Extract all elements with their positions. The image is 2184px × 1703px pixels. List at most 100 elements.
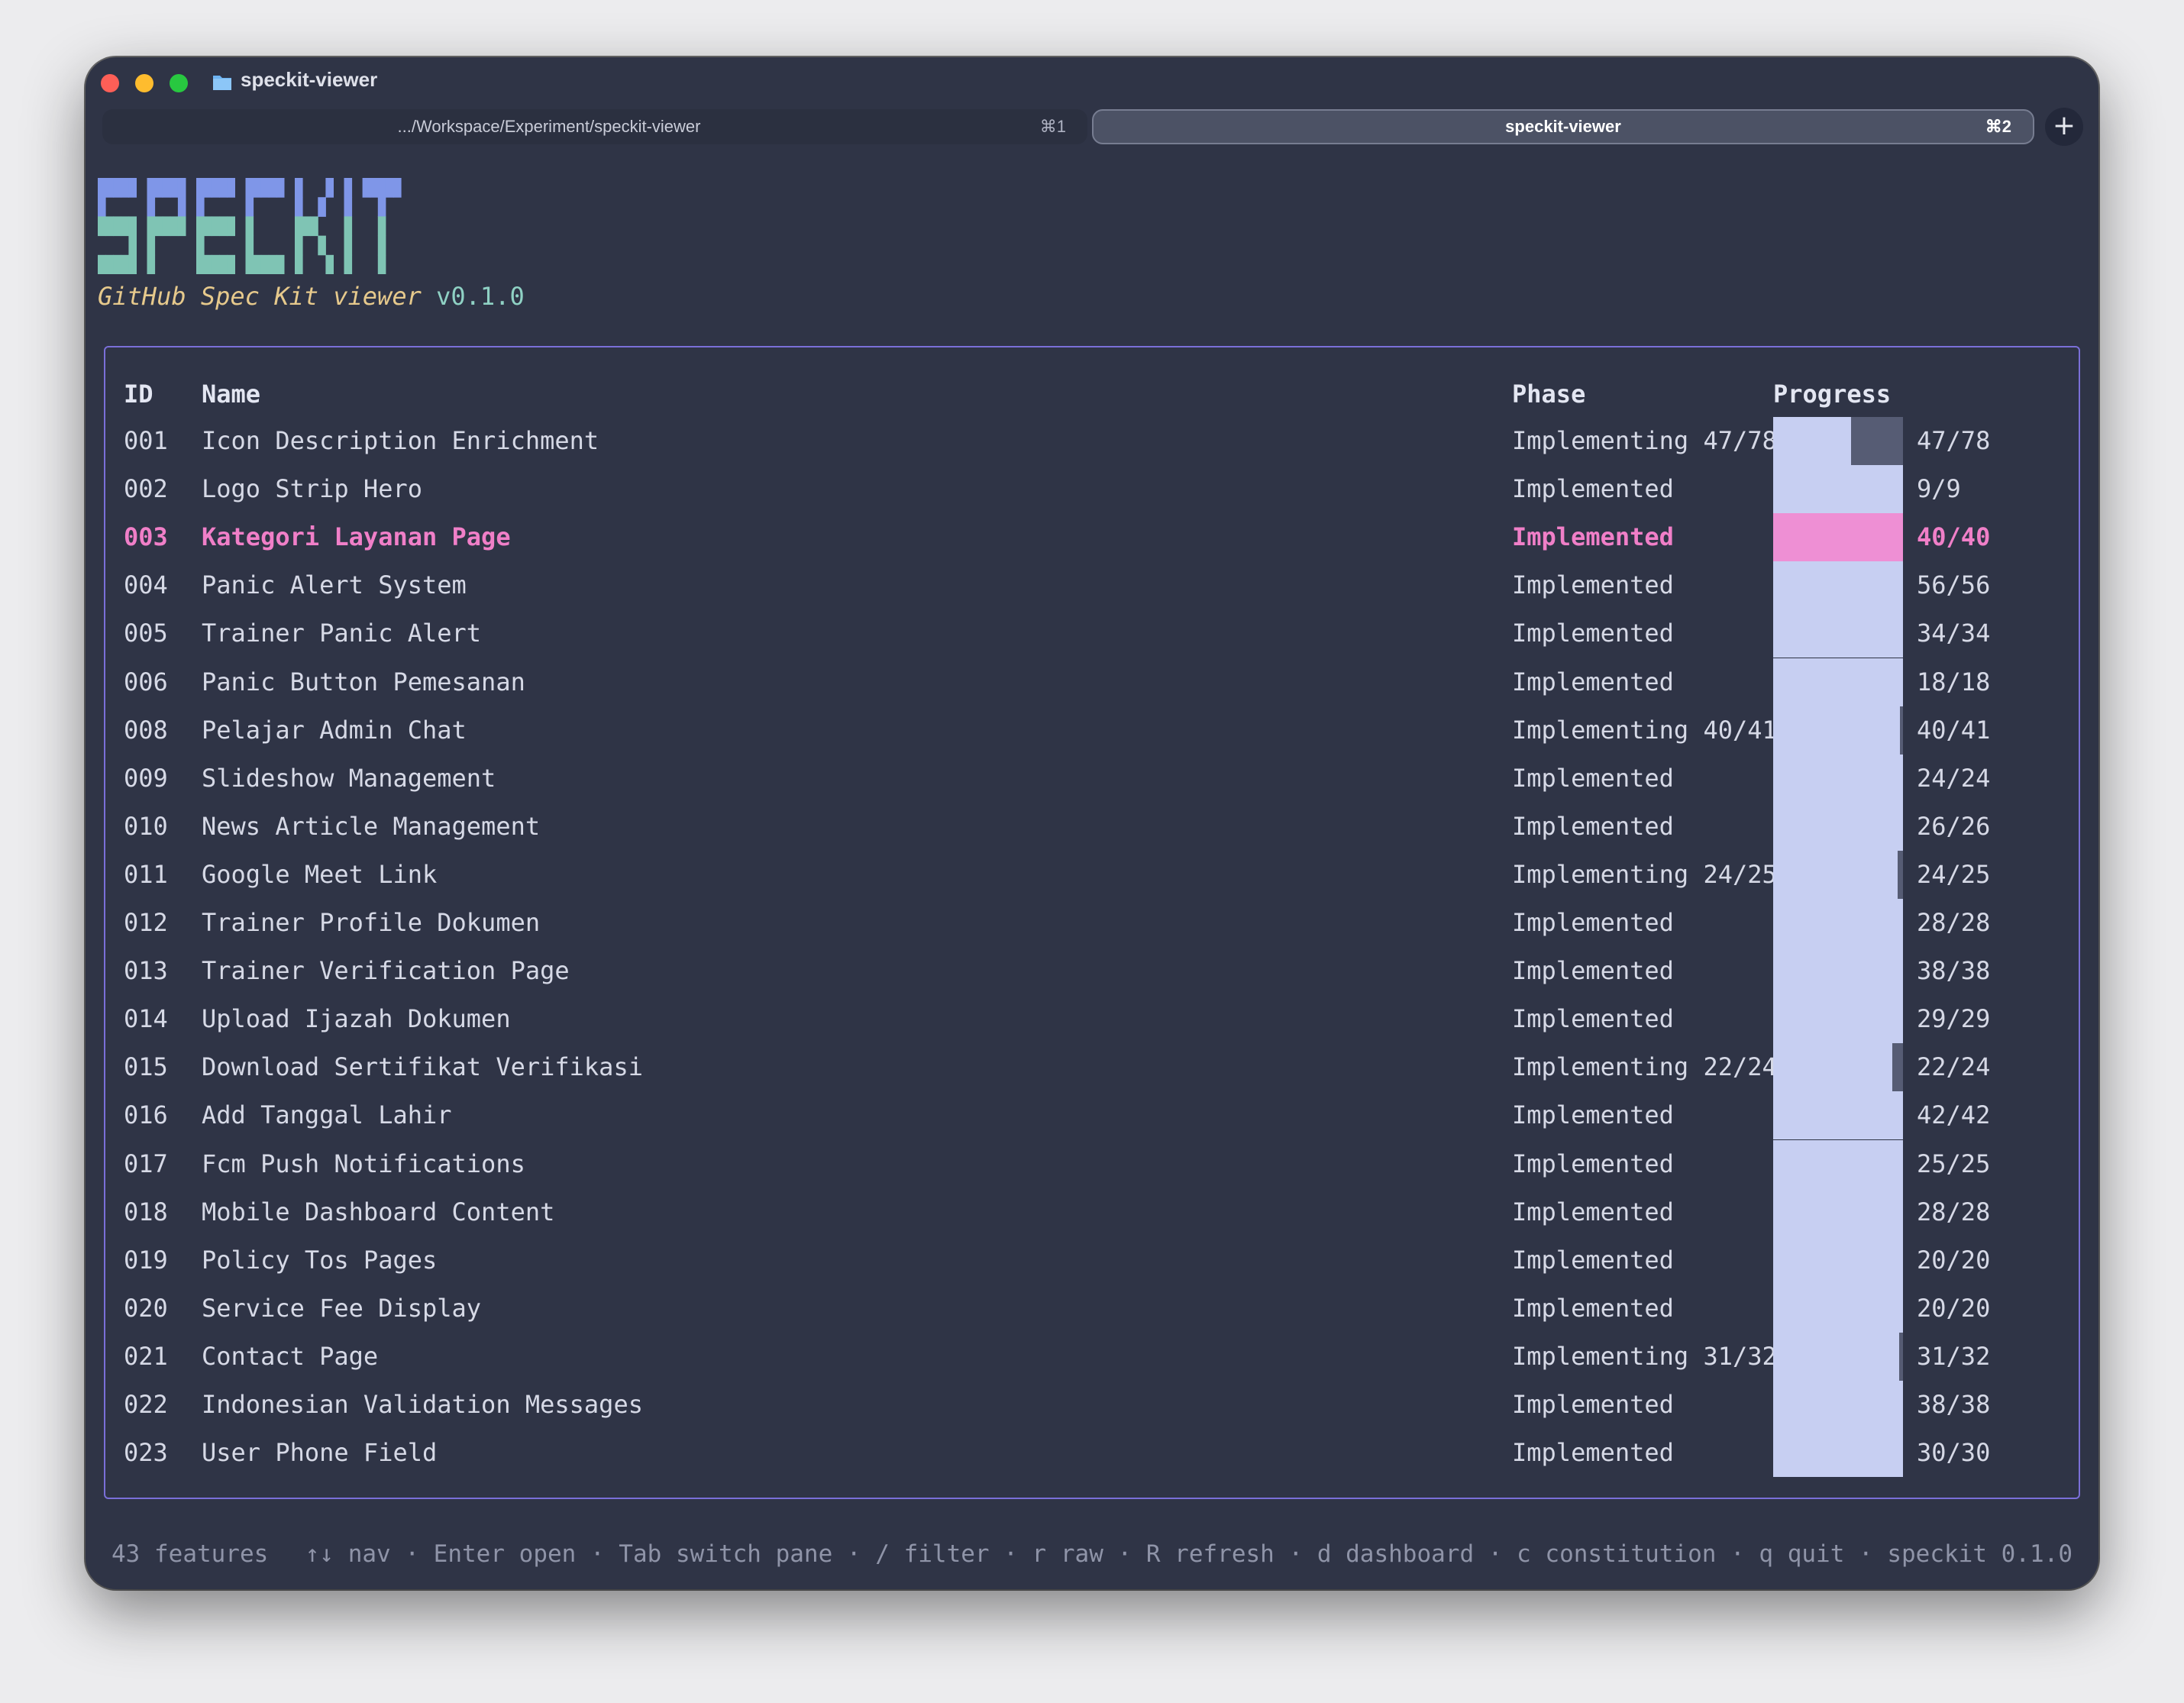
logo-pixel (344, 216, 353, 237)
logo-pixel (204, 216, 212, 237)
logo-pixel (128, 216, 137, 237)
table-row[interactable]: 001 Icon Description Enrichment Implementi… (105, 417, 2079, 465)
table-row[interactable]: 017 Fcm Push Notifications Implemented 25/2… (105, 1139, 2079, 1188)
feature-phase: Implemented (1512, 1100, 1674, 1130)
subtitle-text: GitHub Spec Kit viewer (98, 282, 422, 311)
feature-phase: Implemented (1512, 763, 1674, 793)
table-row[interactable]: 002 Logo Strip Hero Implemented 9/9 (105, 465, 2079, 514)
table-row[interactable]: 016 Add Tanggal Lahir Implemented 42/42 (105, 1091, 2079, 1140)
table-row[interactable]: 022 Indonesian Validation Messages Impleme… (105, 1381, 2079, 1429)
table-row[interactable]: 004 Panic Alert System Implemented 56/56 (105, 561, 2079, 610)
logo-pixel (98, 178, 106, 198)
features-table: ID Name Phase Progress 001 Icon Descripti… (104, 346, 2080, 1499)
logo-pixel (295, 216, 303, 237)
progress-bar (1773, 1188, 1903, 1236)
feature-phase: Implemented (1512, 1004, 1674, 1034)
logo-pixel (227, 254, 235, 274)
progress-bar-fill (1773, 561, 1903, 610)
progress-bar (1773, 754, 1903, 803)
logo-pixel (370, 178, 379, 198)
table-row[interactable]: 015 Download Sertifikat Verifikasi Impleme… (105, 1043, 2079, 1092)
progress-bar (1773, 513, 1903, 562)
logo-pixel (245, 216, 254, 237)
logo-pixel (154, 178, 163, 198)
table-row[interactable]: 005 Trainer Panic Alert Implemented 34/34 (105, 609, 2079, 658)
new-tab-button[interactable]: + (2045, 108, 2083, 146)
feature-id: 021 (124, 1341, 168, 1371)
feature-phase: Implemented (1512, 1293, 1674, 1323)
table-row[interactable]: 021 Contact Page Implementing 31/32 31/32 (105, 1332, 2079, 1381)
table-row[interactable]: 013 Trainer Verification Page Implemented 3… (105, 947, 2079, 996)
feature-id: 018 (124, 1197, 168, 1226)
feature-name: Icon Description Enrichment (202, 426, 599, 455)
minimize-window-button[interactable] (135, 74, 153, 92)
progress-count: 34/34 (1917, 619, 1991, 648)
table-row[interactable]: 018 Mobile Dashboard Content Implemented 28… (105, 1188, 2079, 1236)
progress-count: 42/42 (1917, 1100, 1991, 1130)
app-subtitle: GitHub Spec Kit viewer v0.1.0 (98, 282, 525, 311)
logo-pixel (325, 178, 334, 198)
table-row[interactable]: 009 Slideshow Management Implemented 24/24 (105, 754, 2079, 803)
logo-pixel (113, 178, 121, 198)
table-row[interactable]: 023 User Phone Field Implemented 30/30 (105, 1429, 2079, 1478)
progress-bar (1773, 658, 1903, 706)
progress-count: 9/9 (1917, 474, 1961, 504)
feature-phase: Implemented (1512, 619, 1674, 648)
feature-id: 011 (124, 859, 168, 889)
logo-pixel (196, 178, 205, 198)
progress-bar-fill (1773, 1236, 1903, 1285)
close-window-button[interactable] (101, 74, 119, 92)
logo-pixel (147, 235, 156, 256)
logo-pixel (154, 216, 163, 237)
table-row[interactable]: 006 Panic Button Pemesanan Implemented 18/1… (105, 658, 2079, 706)
progress-bar (1773, 417, 1903, 465)
column-header-phase[interactable]: Phase (1512, 380, 1585, 409)
column-header-id[interactable]: ID (124, 380, 153, 409)
feature-phase: Implemented (1512, 522, 1674, 552)
progress-bar-fill (1773, 658, 1903, 706)
progress-count: 40/41 (1917, 715, 1991, 745)
progress-count: 30/30 (1917, 1438, 1991, 1468)
logo-pixel (212, 216, 220, 237)
progress-count: 20/20 (1917, 1293, 1991, 1323)
feature-name: Google Meet Link (202, 859, 438, 889)
progress-count: 18/18 (1917, 667, 1991, 696)
table-row[interactable]: 012 Trainer Profile Dokumen Implemented 28/… (105, 899, 2079, 947)
logo-pixel (344, 197, 353, 217)
logo-pixel (147, 254, 156, 274)
feature-id: 006 (124, 667, 168, 696)
progress-bar (1773, 1429, 1903, 1478)
feature-name: Trainer Profile Dokumen (202, 908, 541, 937)
table-row[interactable]: 014 Upload Ijazah Dokumen Implemented 29/29 (105, 995, 2079, 1044)
feature-name: Logo Strip Hero (202, 474, 422, 504)
logo-pixel (260, 178, 270, 198)
progress-bar (1773, 561, 1903, 610)
logo-pixel (98, 254, 106, 274)
logo-pixel (128, 235, 137, 256)
feature-name: Policy Tos Pages (202, 1245, 438, 1275)
logo-pixel (113, 216, 121, 237)
feature-id: 001 (124, 426, 168, 455)
logo-pixel (219, 254, 228, 274)
logo-pixel (344, 254, 353, 274)
logo-pixel (121, 254, 129, 274)
logo-pixel (310, 216, 318, 237)
table-row[interactable]: 020 Service Fee Display Implemented 20/20 (105, 1284, 2079, 1333)
table-row[interactable]: 010 News Article Management Implemented 26/… (105, 802, 2079, 851)
table-row[interactable]: 019 Policy Tos Pages Implemented 20/20 (105, 1236, 2079, 1285)
zoom-window-button[interactable] (170, 74, 188, 92)
column-header-progress[interactable]: Progress (1773, 380, 1891, 409)
terminal-window: speckit-viewer .../Workspace/Experiment/… (86, 57, 2098, 1589)
table-row[interactable]: 003 Kategori Layanan Page Implemented 40/40 (105, 513, 2079, 562)
table-row[interactable]: 011 Google Meet Link Implementing 24/25 24/… (105, 850, 2079, 899)
feature-phase: Implementing 22/24 (1512, 1052, 1777, 1082)
feature-id: 017 (124, 1149, 168, 1178)
feature-id: 008 (124, 715, 168, 745)
feature-phase: Implemented (1512, 1245, 1674, 1275)
progress-count: 29/29 (1917, 1004, 1991, 1034)
column-header-name[interactable]: Name (202, 380, 260, 409)
tab-workspace-path[interactable]: .../Workspace/Experiment/speckit-viewer … (102, 109, 1087, 144)
tab-speckit-viewer[interactable]: speckit-viewer ⌘2 (1092, 109, 2034, 144)
progress-count: 31/32 (1917, 1341, 1991, 1371)
table-row[interactable]: 008 Pelajar Admin Chat Implementing 40/41 4… (105, 706, 2079, 755)
